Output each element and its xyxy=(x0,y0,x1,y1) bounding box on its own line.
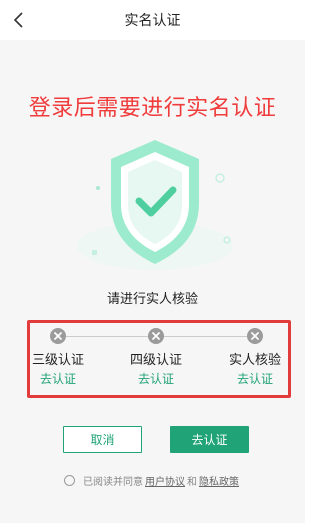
agreement-and: 和 xyxy=(187,477,197,488)
nav-bar: 实名认证 xyxy=(0,0,305,40)
step-level-four: 四级认证 去认证 xyxy=(111,327,201,387)
step-label: 三级认证 xyxy=(31,353,84,368)
step-face-verification: 实人核验 去认证 xyxy=(210,327,300,387)
cancel-button[interactable]: 取消 xyxy=(63,426,142,453)
step-label: 四级认证 xyxy=(129,353,182,368)
close-circle-icon xyxy=(247,328,263,344)
step-level-three: 三级认证 去认证 xyxy=(13,327,103,387)
user-agreement-link[interactable]: 用户协议 xyxy=(145,473,185,488)
close-circle-icon xyxy=(148,328,164,344)
page-title: 实名认证 xyxy=(124,13,181,29)
close-circle-icon xyxy=(50,328,66,344)
privacy-policy-link[interactable]: 隐私政策 xyxy=(199,473,239,488)
agreement-row: 已阅读并同意 用户协议 和 隐私政策 xyxy=(0,473,305,488)
step-label: 实人核验 xyxy=(228,353,281,368)
main-content: 登录后需要进行实名认证 请进行实人核验 三级认证 去认证 四级认证 去认证 实人… xyxy=(0,40,305,523)
step-verify-link[interactable]: 去认证 xyxy=(111,370,201,387)
step-verify-link[interactable]: 去认证 xyxy=(210,370,300,387)
agreement-radio[interactable] xyxy=(64,475,75,486)
login-required-headline: 登录后需要进行实名认证 xyxy=(28,96,277,121)
step-verify-link[interactable]: 去认证 xyxy=(13,370,103,387)
agreement-prefix: 已阅读并同意 xyxy=(83,477,143,488)
go-verify-button[interactable]: 去认证 xyxy=(170,426,249,453)
verification-subtitle: 请进行实人核验 xyxy=(106,292,198,307)
shield-check-illustration xyxy=(77,140,233,270)
